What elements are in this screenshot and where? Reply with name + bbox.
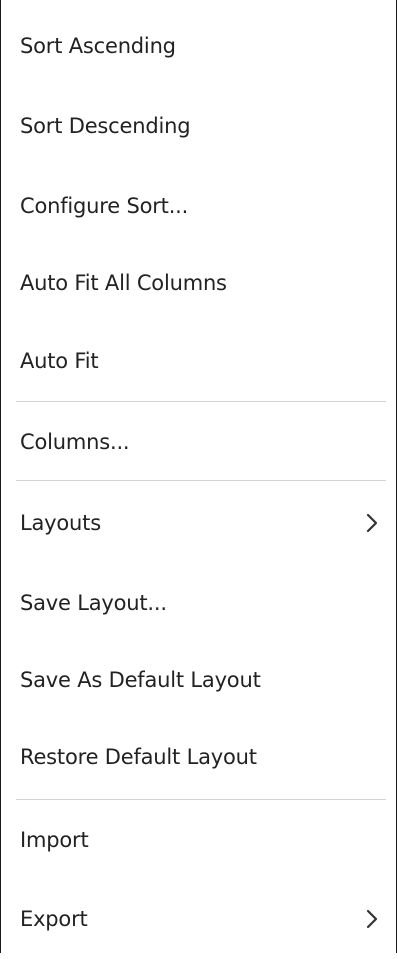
menu-item-label: Layouts xyxy=(20,511,101,535)
menu-separator xyxy=(16,480,386,481)
menu-item-export[interactable]: Export xyxy=(2,879,395,959)
menu-item-label: Save Layout... xyxy=(20,591,167,615)
menu-item-label: Import xyxy=(20,828,89,852)
menu-item-sort-descending[interactable]: Sort Descending xyxy=(2,86,395,166)
menu-item-label: Columns... xyxy=(20,430,130,454)
menu-item-save-layout[interactable]: Save Layout... xyxy=(2,563,395,643)
menu-item-layouts[interactable]: Layouts xyxy=(2,483,395,563)
menu-item-label: Export xyxy=(20,907,88,931)
menu-item-label: Save As Default Layout xyxy=(20,668,261,692)
context-menu: Sort Ascending Sort Descending Configure… xyxy=(0,0,397,953)
menu-item-restore-default-layout[interactable]: Restore Default Layout xyxy=(2,717,395,797)
menu-item-label: Sort Descending xyxy=(20,114,191,138)
menu-item-columns[interactable]: Columns... xyxy=(2,402,395,482)
menu-item-import[interactable]: Import xyxy=(2,800,395,880)
menu-item-auto-fit-all-columns[interactable]: Auto Fit All Columns xyxy=(2,243,395,323)
menu-item-label: Auto Fit All Columns xyxy=(20,271,227,295)
menu-item-label: Auto Fit xyxy=(20,349,99,373)
menu-item-label: Restore Default Layout xyxy=(20,745,257,769)
menu-item-label: Sort Ascending xyxy=(20,34,176,58)
chevron-right-icon xyxy=(366,513,378,533)
menu-item-save-as-default-layout[interactable]: Save As Default Layout xyxy=(2,640,395,720)
menu-item-label: Configure Sort... xyxy=(20,194,189,218)
menu-item-sort-ascending[interactable]: Sort Ascending xyxy=(2,6,395,86)
chevron-right-icon xyxy=(366,909,378,929)
menu-item-auto-fit[interactable]: Auto Fit xyxy=(2,321,395,401)
menu-item-configure-sort[interactable]: Configure Sort... xyxy=(2,166,395,246)
